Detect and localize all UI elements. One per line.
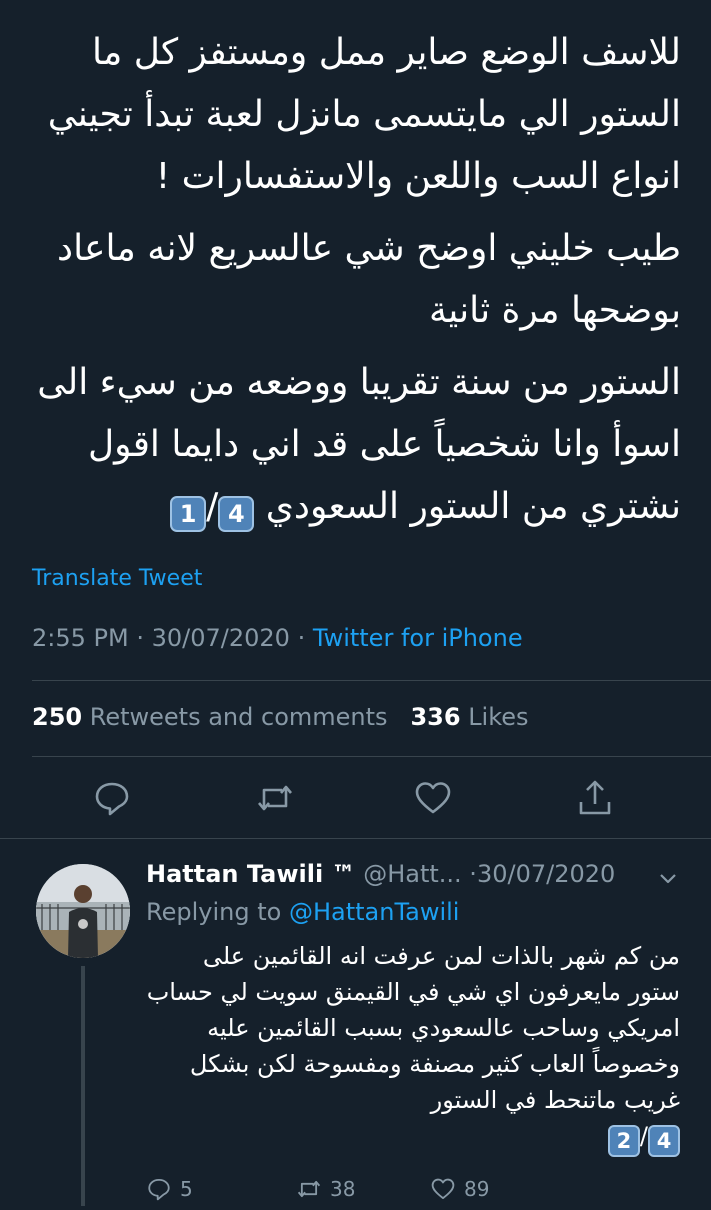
- tweet-paragraph-1: للاسف الوضع صاير ممل ومستفز كل ما الستور…: [47, 32, 681, 197]
- meta-dot: ·: [136, 624, 144, 652]
- heart-icon[interactable]: [413, 778, 453, 818]
- heart-icon: [431, 1178, 455, 1200]
- replying-prefix: Replying to: [146, 898, 282, 926]
- tweet-stats: 250 Retweets and comments 336 Likes: [32, 703, 529, 731]
- reply-count: 5: [180, 1177, 193, 1201]
- tweet-paragraph-2: طيب خليني اوضح شي عالسريع لانه ماعاد بوض…: [57, 228, 681, 331]
- avatar[interactable]: [36, 864, 130, 958]
- tweet-source-link[interactable]: Twitter for iPhone: [313, 624, 523, 652]
- reply-text: من كم شهر بالذات لمن عرفت انه القائمين ع…: [146, 938, 680, 1157]
- tweet-paragraph-3: الستور من سنة تقريبا ووضعه من سيء الى اس…: [30, 352, 681, 538]
- tweet-time: 2:55 PM: [32, 624, 129, 652]
- divider: [32, 680, 711, 681]
- retweet-icon[interactable]: [255, 778, 295, 818]
- tweet-actions: [0, 778, 711, 818]
- likes-count: 336: [410, 703, 461, 731]
- likes-label: Likes: [468, 703, 529, 731]
- retweet-icon: [297, 1180, 321, 1198]
- thread-current-keycap: 1: [170, 496, 207, 532]
- like-count: 89: [464, 1177, 490, 1201]
- replying-mention-link[interactable]: @HattanTawili: [289, 898, 460, 926]
- avatar-image: [36, 864, 130, 958]
- reply-icon[interactable]: [92, 778, 132, 818]
- meta-dot: ·: [469, 860, 477, 888]
- thread-separator: /: [206, 486, 219, 527]
- tweet-date: 30/07/2020: [151, 624, 290, 652]
- reply-display-name[interactable]: Hattan Tawili ™: [146, 860, 356, 888]
- reply-thread-current-keycap: 2: [607, 1125, 640, 1157]
- retweet-count: 38: [330, 1177, 356, 1201]
- tweet-paragraph-3-text: الستور من سنة تقريبا ووضعه من سيء الى اس…: [37, 362, 681, 527]
- tweet-meta: 2:55 PM · 30/07/2020 · Twitter for iPhon…: [32, 624, 523, 652]
- reply-body: من كم شهر بالذات لمن عرفت انه القائمين ع…: [146, 942, 680, 1114]
- translate-tweet-link[interactable]: Translate Tweet: [32, 566, 202, 591]
- reply-date: 30/07/2020: [476, 860, 616, 888]
- divider: [32, 756, 711, 757]
- retweets-stat[interactable]: 250 Retweets and comments: [32, 703, 388, 731]
- share-icon[interactable]: [575, 778, 615, 818]
- tweet-text: للاسف الوضع صاير ممل ومستفز كل ما الستور…: [30, 22, 681, 538]
- reply-thread-separator: /: [639, 1122, 648, 1150]
- reply-thread-total-keycap: 4: [648, 1125, 680, 1157]
- retweets-count: 250: [32, 703, 83, 731]
- reply-handle[interactable]: @Hatt...: [363, 860, 461, 888]
- retweets-label: Retweets and comments: [89, 703, 388, 731]
- reply-header: Hattan Tawili ™ @Hatt... ·30/07/2020: [146, 860, 686, 888]
- thread-total-keycap: 4: [218, 496, 255, 532]
- chevron-down-icon[interactable]: [656, 866, 680, 890]
- reply-icon: [148, 1178, 170, 1201]
- divider: [0, 838, 711, 839]
- replying-to: Replying to @HattanTawili: [146, 898, 459, 926]
- meta-dot: ·: [297, 624, 306, 652]
- reply-actions: 5 38 89: [0, 1170, 711, 1210]
- reply-tweet[interactable]: Hattan Tawili ™ @Hatt... ·30/07/2020 Rep…: [0, 840, 711, 1206]
- likes-stat[interactable]: 336 Likes: [410, 703, 528, 731]
